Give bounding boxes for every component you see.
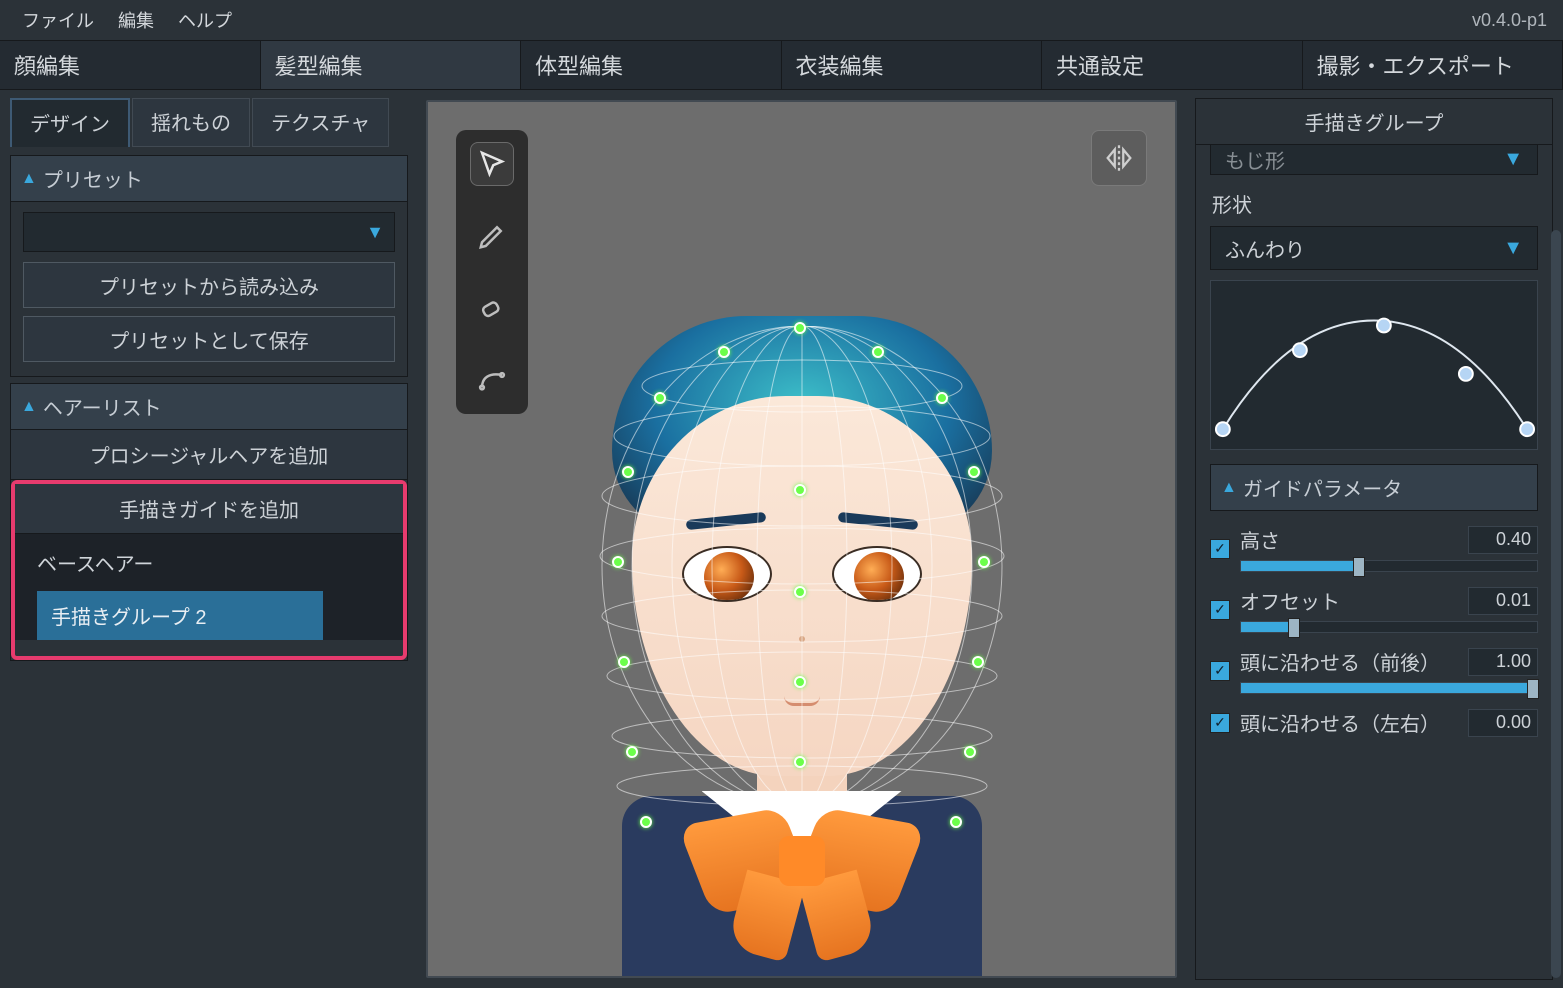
tab-outfit-edit[interactable]: 衣装編集 xyxy=(782,41,1043,89)
subtab-texture[interactable]: テクスチャ xyxy=(252,98,389,147)
eraser-tool[interactable] xyxy=(470,286,514,330)
tab-body-edit[interactable]: 体型編集 xyxy=(521,41,782,89)
collapse-icon: ▲ xyxy=(1221,479,1237,497)
shape-label: 形状 xyxy=(1210,185,1538,226)
param-label: 高さ xyxy=(1240,525,1280,554)
menu-file[interactable]: ファイル xyxy=(10,1,106,39)
character-model xyxy=(522,316,1082,976)
param-checkbox[interactable]: ✓ xyxy=(1210,713,1230,733)
tab-face-edit[interactable]: 顔編集 xyxy=(0,41,261,89)
version-label: v0.4.0-p1 xyxy=(1472,10,1553,31)
caret-down-icon: ▼ xyxy=(1503,148,1523,171)
left-panel: デザイン 揺れもの テクスチャ ▲ プリセット ▼ プリセットから読み込み プリ… xyxy=(0,90,418,988)
load-preset-button[interactable]: プリセットから読み込み xyxy=(23,262,395,308)
section-hairlist-header[interactable]: ▲ ヘアーリスト xyxy=(10,383,408,430)
top-tabs: 顔編集 髪型編集 体型編集 衣装編集 共通設定 撮影・エクスポート xyxy=(0,40,1563,90)
param-row-height: ✓ 高さ 0.40 xyxy=(1210,525,1538,572)
curve-editor[interactable] xyxy=(1210,280,1538,450)
tab-common-settings[interactable]: 共通設定 xyxy=(1042,41,1303,89)
preset-dropdown[interactable]: ▼ xyxy=(23,212,395,252)
subtab-sway[interactable]: 揺れもの xyxy=(132,98,250,147)
viewport-toolbar xyxy=(456,130,528,414)
scrollbar[interactable] xyxy=(1551,230,1561,978)
add-procedural-hair-button[interactable]: プロシージャルヘアを追加 xyxy=(11,430,407,480)
param-checkbox[interactable]: ✓ xyxy=(1210,539,1230,559)
shape-dropdown-value: ふんわり xyxy=(1225,234,1305,263)
hair-item-base[interactable]: ベースヘアー xyxy=(15,534,403,591)
section-preset-label: プリセット xyxy=(43,164,143,193)
shape-dropdown[interactable]: ふんわり ▼ xyxy=(1210,226,1538,270)
right-panel-title: 手描きグループ xyxy=(1195,98,1553,145)
menu-bar: ファイル 編集 ヘルプ v0.4.0-p1 xyxy=(0,0,1563,40)
param-value-input[interactable]: 0.40 xyxy=(1468,526,1538,554)
param-value-input[interactable]: 0.00 xyxy=(1468,709,1538,737)
menu-edit[interactable]: 編集 xyxy=(106,1,166,39)
menu-help[interactable]: ヘルプ xyxy=(166,1,244,39)
section-guide-params-label: ガイドパラメータ xyxy=(1243,473,1402,502)
param-label: オフセット xyxy=(1240,586,1340,615)
param-checkbox[interactable]: ✓ xyxy=(1210,600,1230,620)
param-row-fit-front-back: ✓ 頭に沿わせる（前後） 1.00 xyxy=(1210,647,1538,694)
add-handdrawn-guide-button[interactable]: 手描きガイドを追加 xyxy=(15,484,403,534)
param-slider[interactable] xyxy=(1240,621,1538,633)
hair-item-group-2[interactable]: 手描きグループ 2 xyxy=(37,591,323,640)
3d-viewport[interactable] xyxy=(426,100,1177,978)
mirror-toggle[interactable] xyxy=(1091,130,1147,186)
param-checkbox[interactable]: ✓ xyxy=(1210,661,1230,681)
cursor-tool[interactable] xyxy=(470,142,514,186)
caret-down-icon: ▼ xyxy=(1503,237,1523,260)
curve-tool[interactable] xyxy=(470,358,514,402)
right-panel: 手描きグループ もじ形 ▼ 形状 ふんわり ▼ xyxy=(1185,90,1563,988)
param-slider[interactable] xyxy=(1240,682,1538,694)
type-dropdown-value: もじ形 xyxy=(1225,145,1285,174)
type-dropdown[interactable]: もじ形 ▼ xyxy=(1210,145,1538,175)
param-value-input[interactable]: 1.00 xyxy=(1468,648,1538,676)
tab-export[interactable]: 撮影・エクスポート xyxy=(1303,41,1563,89)
collapse-icon: ▲ xyxy=(21,170,37,188)
tab-hair-edit[interactable]: 髪型編集 xyxy=(261,41,522,89)
section-guide-params-header[interactable]: ▲ ガイドパラメータ xyxy=(1210,464,1538,511)
section-hairlist-label: ヘアーリスト xyxy=(43,392,162,421)
param-value-input[interactable]: 0.01 xyxy=(1468,587,1538,615)
save-preset-button[interactable]: プリセットとして保存 xyxy=(23,316,395,362)
subtab-design[interactable]: デザイン xyxy=(10,98,130,147)
param-label: 頭に沿わせる（左右） xyxy=(1240,708,1440,737)
highlighted-region: 手描きガイドを追加 ベースヘアー 手描きグループ 2 xyxy=(11,480,407,660)
collapse-icon: ▲ xyxy=(21,398,37,416)
param-slider[interactable] xyxy=(1240,560,1538,572)
caret-down-icon: ▼ xyxy=(366,222,384,243)
pencil-tool[interactable] xyxy=(470,214,514,258)
param-row-offset: ✓ オフセット 0.01 xyxy=(1210,586,1538,633)
param-row-fit-left-right: ✓ 頭に沿わせる（左右） 0.00 xyxy=(1210,708,1538,737)
param-label: 頭に沿わせる（前後） xyxy=(1240,647,1440,676)
section-preset-header[interactable]: ▲ プリセット xyxy=(10,155,408,202)
